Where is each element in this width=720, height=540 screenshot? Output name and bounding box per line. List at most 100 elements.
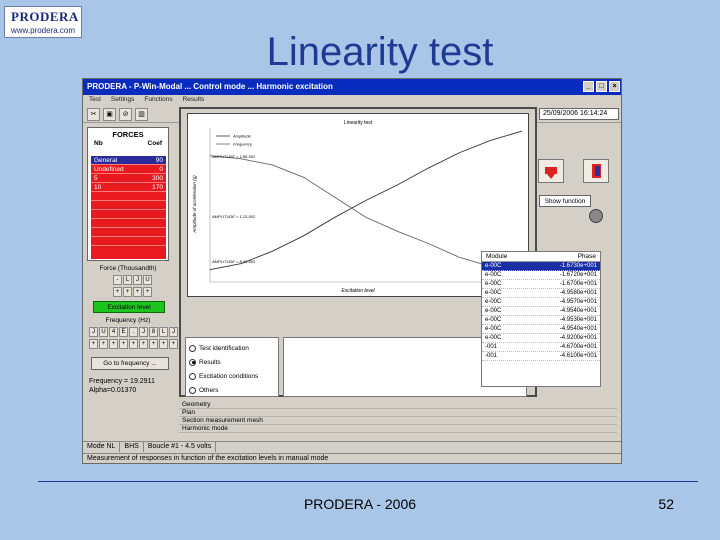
maximize-button[interactable]: □	[596, 81, 607, 92]
table-row[interactable]: e-00C -4.9540e+001	[482, 325, 600, 334]
show-function-button[interactable]: Show function	[539, 195, 591, 207]
chart-annotation-2: AMPLITUDE = 8.41-003	[211, 259, 256, 264]
table-row[interactable]: e-00C -4.9570e+001	[482, 298, 600, 307]
mode-bhs: BHS	[120, 442, 144, 452]
radio-dot[interactable]	[189, 344, 196, 352]
save-icon[interactable]: ▣	[103, 108, 116, 121]
table-row[interactable]: e-00C -4.9540e+001	[482, 307, 600, 316]
menu-functions[interactable]: Functions	[144, 96, 172, 104]
results-table[interactable]: Module Phase e-00C -1.6730e+001 e-00C -1.6…	[481, 251, 601, 387]
forces-table[interactable]: General 90 Undefined 0 5 300 10 170	[91, 156, 166, 259]
chart-annotation-0: AMPLITUDE = 1.88-002	[211, 154, 256, 159]
status-row[interactable]: Harmonic mode	[179, 425, 617, 433]
cell-module: e-00C	[485, 281, 502, 287]
chart-xlabel: Excitation level	[341, 288, 375, 294]
col-module: Module	[486, 253, 508, 260]
force-nb: Undefined	[94, 166, 124, 173]
force-nb: 5	[94, 175, 98, 182]
force-stepper[interactable]: -LJU	[113, 275, 152, 285]
disk-icon[interactable]	[589, 209, 603, 223]
table-row[interactable]: 10 170	[91, 183, 166, 192]
chart-axes	[209, 128, 522, 283]
logo-name: PRODERA	[11, 9, 79, 24]
table-row[interactable]: 5 300	[91, 174, 166, 183]
force-nb: 10	[94, 184, 102, 191]
footer-divider	[38, 481, 698, 482]
status-row[interactable]: Section measurement mesh	[179, 417, 617, 425]
radio-dot[interactable]	[189, 358, 196, 366]
cell-module: e-00C	[485, 326, 502, 332]
cell-module: e-00C	[485, 317, 502, 323]
go-to-frequency-button[interactable]: Go to frequency ...	[91, 357, 169, 370]
status-line: Measurement of responses in function of …	[83, 453, 621, 463]
table-row[interactable]: Undefined 0	[91, 165, 166, 174]
frequency-stepper[interactable]: JU4E.J8LJ	[89, 327, 178, 337]
forces-title: FORCES	[112, 130, 144, 139]
app-screenshot: PRODERA - P-Win-Modal ... Control mode .…	[82, 78, 622, 464]
table-row[interactable]	[91, 210, 166, 219]
chart-icon[interactable]: ▥	[135, 108, 148, 121]
cell-module: e-00C	[485, 335, 502, 341]
table-row[interactable]: -001 -4.6700e+001	[482, 343, 600, 352]
table-row[interactable]	[91, 201, 166, 210]
force-coef: 300	[152, 175, 163, 182]
cell-phase: -1.6720e+001	[559, 272, 597, 278]
frequency-readout: Frequency = 19.2911 Alpha=0.01370	[89, 377, 155, 395]
cell-module: -001	[485, 353, 498, 359]
series-line-0	[209, 130, 523, 271]
table-row[interactable]: General 90	[91, 156, 166, 165]
table-row[interactable]: e-00C -1.6730e+001	[482, 262, 600, 271]
chart-annotation-1: AMPLITUDE = 1.23-002	[211, 214, 256, 219]
table-row[interactable]: -001 -4.6100e+001	[482, 352, 600, 361]
table-row[interactable]	[91, 219, 166, 228]
radio-results[interactable]: Results	[189, 355, 275, 369]
cell-module: e-00C	[485, 290, 502, 296]
page-number: 52	[658, 496, 674, 512]
cell-phase: -4.9570e+001	[559, 299, 597, 305]
radio-label: Results	[199, 358, 221, 366]
stop-icon[interactable]: ⊘	[119, 108, 132, 121]
minimize-button[interactable]: _	[583, 81, 594, 92]
menu-settings[interactable]: Settings	[111, 96, 135, 104]
radio-dot[interactable]	[189, 372, 196, 380]
force-coef: 0	[159, 166, 163, 173]
cell-module: e-00C	[485, 272, 502, 278]
table-row[interactable]: e-00C -4.9200e+001	[482, 334, 600, 343]
alpha-value: Alpha=0.01370	[89, 387, 137, 394]
table-row[interactable]: e-00C -4.9530e+001	[482, 316, 600, 325]
menu-results[interactable]: Results	[183, 96, 205, 104]
radio-test-identification[interactable]: Test identification	[189, 341, 275, 355]
force-label: Force (Thousandth)	[99, 265, 157, 272]
datetime-display: 25/09/2006 16:14:24	[539, 108, 619, 120]
status-row[interactable]: Plan	[179, 409, 617, 417]
force-nb: General	[94, 157, 118, 164]
window-title: PRODERA - P-Win-Modal ... Control mode .…	[87, 82, 333, 91]
menu-bar: Test Settings Functions Results	[83, 95, 621, 105]
frequency-stepper-2[interactable]: + + + + + + + + +	[89, 339, 178, 349]
table-row[interactable]: e-00C -1.6720e+001	[482, 271, 600, 280]
menu-test[interactable]: Test	[89, 96, 101, 104]
table-row[interactable]: e-00C -4.9580e+001	[482, 289, 600, 298]
frequency-value: Frequency = 19.2911	[89, 378, 155, 385]
arrow-down-icon[interactable]	[538, 159, 564, 183]
scissors-icon[interactable]: ✂	[87, 108, 100, 121]
close-button[interactable]: ×	[609, 81, 620, 92]
table-row[interactable]	[91, 237, 166, 246]
legend-label-0: Amplitude	[232, 134, 252, 139]
chart-svg: Linearity test Excitation level Amplitud…	[192, 120, 523, 294]
table-row[interactable]	[91, 192, 166, 201]
export-icon[interactable]	[583, 159, 609, 183]
table-row[interactable]	[91, 228, 166, 237]
legend-label-1: Frequency	[233, 142, 253, 147]
table-row[interactable]: e-00C -1.6700e+001	[482, 280, 600, 289]
force-stepper-2[interactable]: + + + +	[113, 287, 152, 297]
excitation-level-button[interactable]: Excitation level	[93, 301, 165, 313]
forces-col-coef: Coef	[147, 140, 162, 147]
cell-phase: -4.9580e+001	[559, 290, 597, 296]
force-coef: 170	[152, 184, 163, 191]
radio-dot[interactable]	[189, 386, 196, 394]
status-rows: Geometry Plan Section measurement mesh H…	[179, 401, 617, 433]
radio-others[interactable]: Others	[189, 383, 275, 397]
status-row[interactable]: Geometry	[179, 401, 617, 409]
radio-excitation-conditions[interactable]: Excitation conditions	[189, 369, 275, 383]
